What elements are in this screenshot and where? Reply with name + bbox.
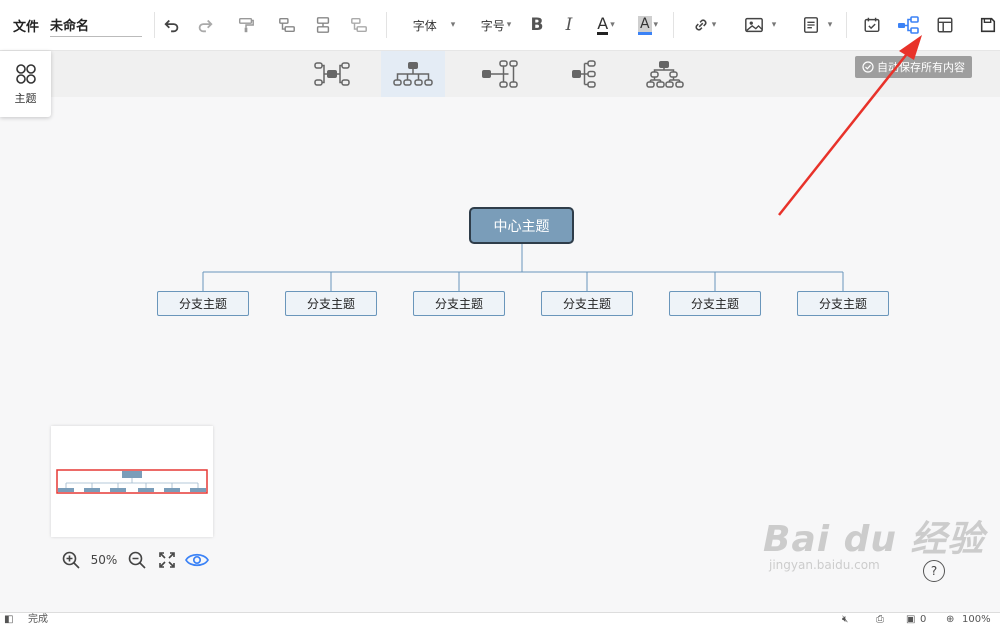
zoom-in-icon <box>62 551 80 569</box>
help-button[interactable]: ? <box>923 560 945 582</box>
structure-option-hierarchy[interactable] <box>632 51 696 97</box>
toolbar-divider <box>386 12 387 38</box>
fit-screen-icon <box>159 552 175 568</box>
chevron-down-icon: ▾ <box>771 20 777 30</box>
watermark: Bai du 经验 jingyan.baidu.com <box>763 510 985 572</box>
toggle-minimap-button[interactable] <box>182 550 212 570</box>
bidirectional-map-icon <box>314 62 350 86</box>
font-color-icon: A <box>597 13 609 35</box>
layout-icon <box>937 17 953 33</box>
structure-option-org-chart[interactable] <box>381 51 445 97</box>
image-icon <box>744 17 763 33</box>
branch-topic-node[interactable]: 分支主题 <box>669 291 761 316</box>
chevron-down-icon: ▾ <box>450 20 456 30</box>
panel-toggle-icon[interactable]: ◧ <box>4 613 13 624</box>
structure-option-tree[interactable] <box>466 51 530 97</box>
check-circle-icon <box>862 61 874 73</box>
format-painter-button[interactable] <box>233 0 259 50</box>
zoom-out-button[interactable] <box>122 550 152 570</box>
structure-options-bar <box>0 51 1000 97</box>
central-topic-node[interactable]: 中心主题 <box>469 207 574 244</box>
toolbar: 文件 未命名 字体 ▾ 字号 ▾ B I A ▾ A ▾ ▾ ▾ ▾ <box>0 0 1000 51</box>
structure-option-logic[interactable] <box>550 51 614 97</box>
branch-topic-node[interactable]: 分支主题 <box>413 291 505 316</box>
chevron-down-icon: ▾ <box>610 20 615 30</box>
document-name-input[interactable]: 未命名 <box>50 12 142 37</box>
mic-icon[interactable]: ▣ <box>906 613 915 624</box>
font-size-label: 字号 <box>480 18 505 33</box>
logic-chart-icon <box>572 60 596 88</box>
minimap[interactable] <box>51 426 213 537</box>
status-text: 完成 <box>28 614 48 624</box>
zoom-in-button[interactable] <box>56 550 86 570</box>
status-bar: ◧ 完成 🔇︎ ⎙ ▣ 0 ⊕ 100% <box>0 612 1000 624</box>
undo-icon <box>164 19 179 33</box>
subtopic-icon <box>279 17 295 33</box>
branch-topic-node[interactable]: 分支主题 <box>797 291 889 316</box>
font-color-button[interactable]: A ▾ <box>588 0 624 50</box>
calendar-check-icon <box>864 17 880 33</box>
insert-note-button[interactable]: ▾ <box>794 0 840 50</box>
insert-link-button[interactable]: ▾ <box>684 0 724 50</box>
redo-button[interactable] <box>192 0 218 50</box>
insert-sibling-button[interactable] <box>310 0 336 50</box>
sibling-icon <box>316 17 330 33</box>
parent-topic-icon <box>351 17 367 33</box>
toolbar-divider <box>154 12 155 38</box>
chevron-down-icon: ▾ <box>711 20 717 30</box>
autosave-text: 自动保存所有内容 <box>877 61 965 74</box>
redo-icon <box>198 19 213 33</box>
highlight-icon: A <box>637 15 652 35</box>
tree-structure-icon <box>482 60 518 88</box>
zoom-out-icon <box>128 551 146 569</box>
branch-topic-node[interactable]: 分支主题 <box>157 291 249 316</box>
italic-button[interactable]: I <box>556 0 582 50</box>
zoom-level: 50% <box>90 553 118 567</box>
branch-topic-node[interactable]: 分支主题 <box>541 291 633 316</box>
file-menu[interactable]: 文件 <box>6 0 46 50</box>
speaker-muted-icon[interactable]: 🔇︎ <box>842 613 848 624</box>
eye-icon <box>185 553 209 567</box>
link-icon <box>695 19 707 31</box>
font-family-label: 字体 <box>412 18 437 33</box>
toolbar-divider <box>846 12 847 38</box>
minimap-preview <box>56 469 208 494</box>
highlight-color-button[interactable]: A ▾ <box>630 0 666 50</box>
zoom-controls: 50% <box>56 547 212 573</box>
note-icon <box>803 17 818 33</box>
calendar-button[interactable] <box>859 0 885 50</box>
branch-topic-node[interactable]: 分支主题 <box>285 291 377 316</box>
printer-icon[interactable]: ⎙ <box>876 613 884 624</box>
chevron-down-icon: ▾ <box>827 20 833 30</box>
format-painter-icon <box>238 17 254 33</box>
fit-screen-button[interactable] <box>152 550 182 570</box>
bold-button[interactable]: B <box>524 0 550 50</box>
statusbar-zoom: 100% <box>962 614 991 624</box>
chevron-down-icon: ▾ <box>653 20 659 30</box>
mic-count: 0 <box>920 614 927 624</box>
zoom-in-small-icon[interactable]: ⊕ <box>946 613 954 624</box>
hierarchy-icon <box>646 61 684 88</box>
autosave-status: 自动保存所有内容 <box>855 56 972 78</box>
toolbar-divider <box>673 12 674 38</box>
structure-option-mindmap[interactable] <box>300 51 364 97</box>
theme-grid-icon <box>15 63 36 84</box>
insert-image-button[interactable]: ▾ <box>737 0 783 50</box>
layout-panel-button[interactable] <box>932 0 958 50</box>
save-button[interactable] <box>975 0 1000 50</box>
font-size-select[interactable]: 字号 ▾ <box>474 0 518 50</box>
watermark-brand: Bai du 经验 <box>763 519 985 560</box>
insert-subtopic-button[interactable] <box>274 0 300 50</box>
org-chart-icon <box>393 62 433 86</box>
font-family-select[interactable]: 字体 ▾ <box>402 0 466 50</box>
undo-button[interactable] <box>159 0 185 50</box>
chevron-down-icon: ▾ <box>506 20 512 30</box>
mindmap-structure-icon <box>898 16 919 34</box>
insert-parent-button[interactable] <box>346 0 372 50</box>
save-icon <box>980 17 996 33</box>
structure-button[interactable] <box>895 0 921 50</box>
